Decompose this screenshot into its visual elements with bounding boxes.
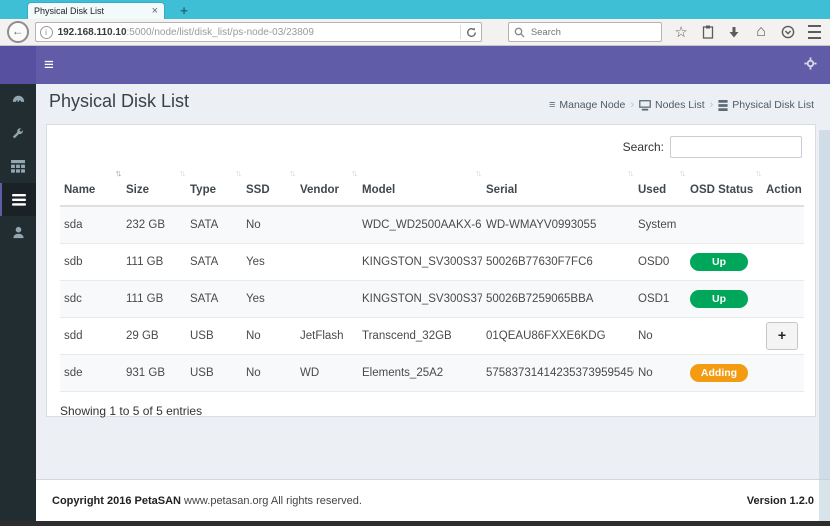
table-row: sda 232 GB SATA No WDC_WD2500AAKX-603CA0… (60, 206, 804, 244)
browser-toolbar: ← i 192.168.110.10:5000/node/list/disk_l… (0, 19, 830, 46)
column-header-used[interactable]: Used ↑↓ (634, 164, 686, 207)
logo-block (0, 46, 36, 84)
breadcrumb-physical-disk-list[interactable]: Physical Disk List (718, 99, 814, 111)
bookmark-star-icon[interactable]: ☆ (673, 23, 689, 41)
nodes-icon (639, 99, 651, 111)
app-navbar: ≡ (0, 46, 830, 84)
download-icon[interactable] (727, 23, 743, 41)
column-header-serial[interactable]: Serial ↑↓ (482, 164, 634, 207)
sort-icon[interactable]: ↑↓ (179, 168, 186, 178)
chevron-right-icon: › (709, 99, 714, 111)
status-badge: Up (690, 253, 748, 271)
column-header-osd-status[interactable]: OSD Status ↑↓ (686, 164, 762, 207)
petasan-app: ≡ Physical Disk List ≡ Manage Node › Nod… (0, 46, 830, 526)
breadcrumb: ≡ Manage Node › Nodes List › Physical Di… (549, 99, 814, 111)
column-header-type[interactable]: Type ↑↓ (186, 164, 242, 207)
reload-icon[interactable] (459, 25, 477, 39)
grid-icon (11, 160, 25, 173)
browser-menu-icon[interactable] (806, 23, 822, 41)
list-icon (12, 193, 26, 206)
disks-icon (718, 99, 728, 111)
sidebar-item-users[interactable] (0, 216, 36, 249)
sort-icon[interactable]: ↑↓ (627, 168, 634, 178)
pocket-icon[interactable] (780, 23, 796, 41)
disk-list-panel: Search: Name ↑↓ Size ↑↓ Type ↑↓ SSD ↑↓ V… (46, 124, 816, 418)
chevron-right-icon: › (630, 99, 635, 111)
column-header-size[interactable]: Size ↑↓ (122, 164, 186, 207)
browser-search-input[interactable] (528, 25, 657, 39)
column-header-name[interactable]: Name ↑↓ (60, 164, 122, 207)
dashboard-icon (12, 95, 24, 103)
table-summary: Showing 1 to 5 of 5 entries (60, 404, 203, 418)
version-label: Version 1.2.0 (746, 494, 814, 507)
sort-icon[interactable]: ↑↓ (289, 168, 296, 178)
sort-icon[interactable]: ↑↓ (115, 168, 122, 178)
sort-icon[interactable]: ↑↓ (679, 168, 686, 178)
status-badge: Adding (690, 364, 748, 382)
user-icon (12, 226, 24, 239)
table-row: sdb 111 GB SATA Yes KINGSTON_SV300S37A12… (60, 243, 804, 281)
physical-disk-table: Name ↑↓ Size ↑↓ Type ↑↓ SSD ↑↓ Vendor ↑↓ Mode… (60, 164, 804, 392)
column-header-model[interactable]: Model ↑↓ (358, 164, 482, 207)
sidebar-toggle-icon[interactable]: ≡ (44, 54, 54, 76)
breadcrumb-manage-node[interactable]: ≡ Manage Node (549, 99, 625, 111)
table-header-row: Name ↑↓ Size ↑↓ Type ↑↓ SSD ↑↓ Vendor ↑↓ Mode… (60, 164, 804, 207)
sort-icon[interactable]: ↑↓ (235, 168, 242, 178)
column-header-action: Action (762, 164, 804, 207)
browser-search[interactable] (507, 22, 663, 42)
url-host: 192.168.110.10 (57, 26, 127, 38)
app-sidebar (0, 84, 36, 526)
table-row: sdc 111 GB SATA Yes KINGSTON_SV300S37A12… (60, 280, 804, 318)
tab-close-icon[interactable]: × (152, 5, 158, 16)
home-icon[interactable]: ⌂ (753, 23, 769, 41)
browser-tab[interactable]: Physical Disk List × (27, 2, 165, 19)
tab-title: Physical Disk List (34, 6, 105, 16)
browser-window: Physical Disk List × + ← i 192.168.110.1… (0, 0, 830, 526)
search-label: Search: (622, 140, 664, 154)
url-text: 192.168.110.10:5000/node/list/disk_list/… (58, 27, 460, 38)
list-icon: ≡ (548, 99, 556, 111)
add-osd-button[interactable]: + (766, 322, 798, 350)
url-bar[interactable]: i 192.168.110.10:5000/node/list/disk_lis… (34, 22, 482, 42)
sort-icon[interactable]: ↑↓ (755, 168, 762, 178)
column-header-vendor[interactable]: Vendor ↑↓ (296, 164, 358, 207)
sidebar-item-disk-list[interactable] (0, 183, 36, 216)
sidebar-item-dashboard[interactable] (0, 84, 36, 117)
table-search: Search: (60, 134, 802, 160)
url-path: :5000/node/list/disk_list/ps-node-03/238… (126, 26, 314, 38)
sort-icon[interactable]: ↑↓ (351, 168, 358, 178)
table-row: sdd 29 GB USB No JetFlash Transcend_32GB… (60, 317, 804, 355)
copyright-text: Copyright 2016 PetaSAN www.petasan.org A… (52, 494, 362, 507)
breadcrumb-nodes-list[interactable]: Nodes List (639, 99, 705, 111)
page-title: Physical Disk List (49, 91, 190, 111)
clipboard-icon[interactable] (700, 23, 716, 41)
status-badge: Up (690, 290, 748, 308)
table-row: sde 931 GB USB No WD Elements_25A2 57583… (60, 354, 804, 392)
browser-tab-bar: Physical Disk List × + (0, 0, 830, 19)
table-search-input[interactable] (670, 136, 802, 158)
column-header-ssd[interactable]: SSD ↑↓ (242, 164, 296, 207)
wrench-icon (12, 127, 23, 138)
sort-icon[interactable]: ↑↓ (475, 168, 482, 178)
window-bottom-edge (0, 521, 830, 526)
app-footer: Copyright 2016 PetaSAN www.petasan.org A… (36, 479, 830, 521)
content-area: Physical Disk List ≡ Manage Node › Nodes… (36, 84, 830, 479)
sidebar-item-table[interactable] (0, 150, 36, 183)
magnifier-icon (514, 27, 525, 37)
back-button[interactable]: ← (7, 21, 29, 43)
sidebar-item-manage[interactable] (0, 117, 36, 150)
site-info-icon[interactable]: i (39, 25, 53, 39)
gear-icon[interactable] (804, 57, 817, 70)
scrollbar-track[interactable] (819, 130, 830, 526)
new-tab-button[interactable]: + (172, 3, 196, 19)
